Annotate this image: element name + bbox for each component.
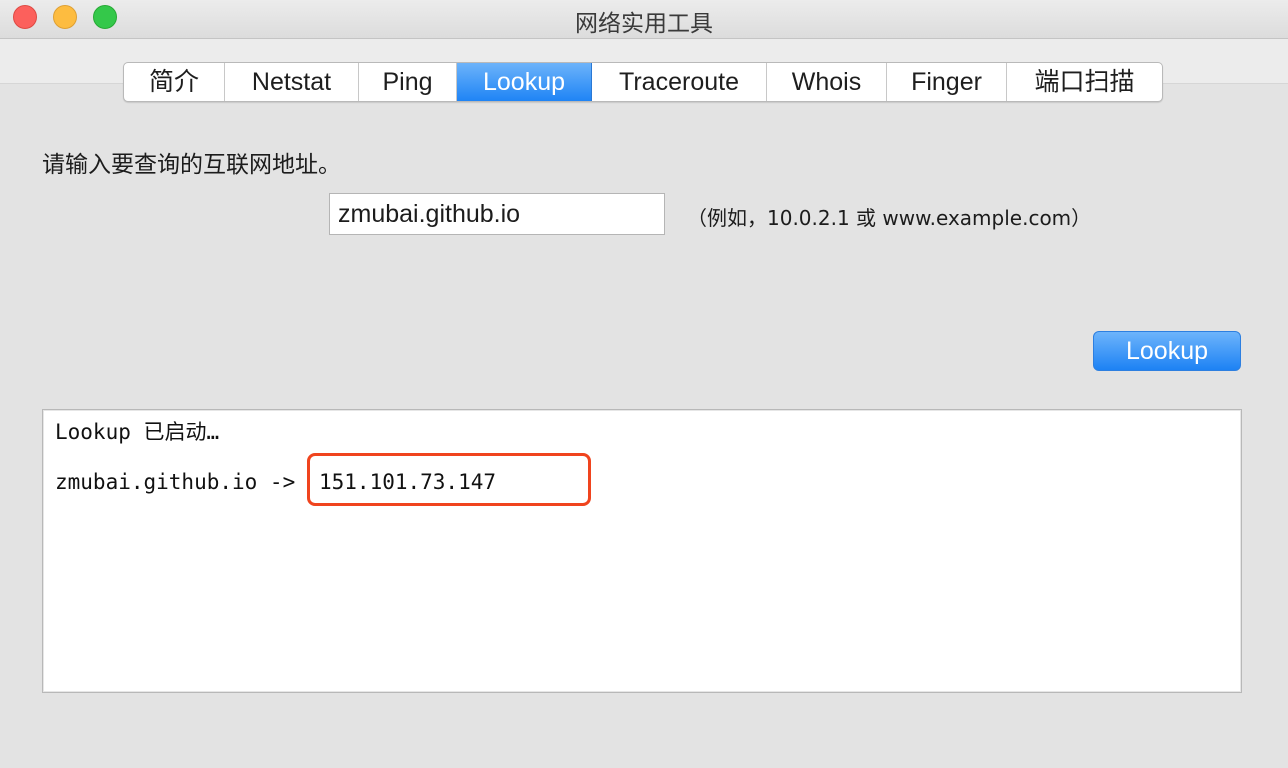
tab-intro[interactable]: 简介	[124, 63, 225, 101]
tab-bar: 简介 Netstat Ping Lookup Traceroute Whois …	[123, 62, 1163, 102]
tab-finger[interactable]: Finger	[887, 63, 1007, 101]
output-host-prefix: zmubai.github.io ->	[55, 470, 296, 494]
tab-ping[interactable]: Ping	[359, 63, 457, 101]
window-title: 网络实用工具	[575, 11, 713, 37]
tab-netstat[interactable]: Netstat	[225, 63, 359, 101]
ip-highlight-box	[307, 453, 591, 506]
tab-traceroute[interactable]: Traceroute	[592, 63, 767, 101]
output-status-line: Lookup 已启动…	[55, 420, 220, 444]
tab-whois[interactable]: Whois	[767, 63, 887, 101]
output-text-area[interactable]: Lookup 已启动… zmubai.github.io -> 151.101.…	[42, 409, 1242, 693]
title-bar[interactable]: 网络实用工具	[0, 0, 1288, 39]
network-utility-window: 网络实用工具 简介 Netstat Ping Lookup Traceroute…	[0, 0, 1288, 768]
tab-port-scan[interactable]: 端口扫描	[1007, 63, 1162, 101]
address-input[interactable]	[329, 193, 665, 235]
tab-lookup[interactable]: Lookup	[457, 63, 592, 101]
lookup-button[interactable]: Lookup	[1093, 331, 1241, 371]
address-example-hint: （例如，10.0.2.1 或 www.example.com）	[687, 206, 1092, 230]
address-prompt-label: 请输入要查询的互联网地址。	[42, 152, 341, 178]
